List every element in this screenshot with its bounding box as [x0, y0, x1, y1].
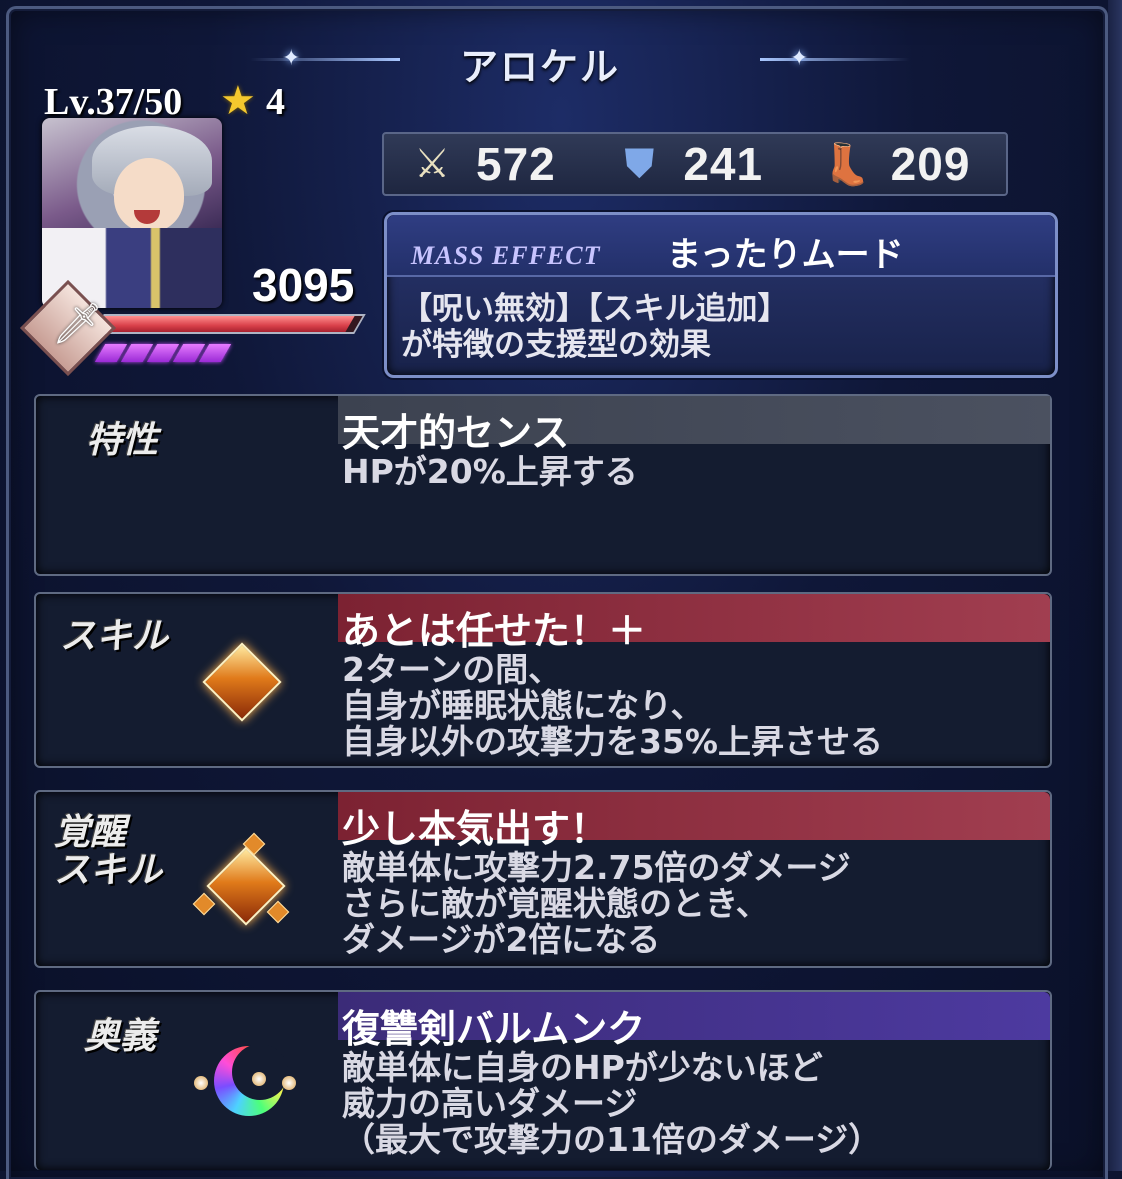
- skill-gauge: [94, 344, 232, 362]
- awaken-skill-label: 覚醒 スキル: [54, 812, 163, 891]
- awaken-skill-title: 少し本気出す！: [342, 807, 609, 851]
- skill-title: あとは任せた！＋: [342, 609, 647, 653]
- ultimate-panel[interactable]: 奥義 復讐剣バルムンク 敵単体に自身のHPが少ないほど 威力の高いダメージ （最…: [34, 990, 1052, 1170]
- mass-effect-panel[interactable]: MASS EFFECT まったりムード 【呪い無効】【スキル追加】 が特徴の支援…: [384, 212, 1058, 378]
- level-label: Lv.37/50: [44, 81, 183, 123]
- mass-effect-description: 【呪い無効】【スキル追加】 が特徴の支援型の効果: [401, 291, 789, 363]
- mass-effect-header: MASS EFFECT まったりムード: [387, 215, 1055, 277]
- gem-sparkle-icon: [266, 900, 290, 924]
- scroll-rail[interactable]: [1108, 0, 1122, 1171]
- stats-bar: ⚔ 572 ⛊ 241 👢 209: [382, 132, 1008, 196]
- ultimate-description: 敵単体に自身のHPが少ないほど 威力の高いダメージ （最大で攻撃力の11倍のダメ…: [342, 1048, 882, 1159]
- sword-icon: ⚔: [414, 141, 450, 187]
- skill-label: スキル: [60, 616, 169, 657]
- orange-gem-icon: [202, 642, 282, 722]
- boot-icon: 👢: [821, 141, 872, 188]
- speed-stat: 👢 209: [799, 137, 1006, 191]
- trait-title: 天才的センス: [342, 411, 570, 455]
- ultimate-title: 復讐剣バルムンク: [342, 1007, 646, 1051]
- orb-icon: [252, 1072, 266, 1086]
- awaken-skill-panel[interactable]: 覚醒 スキル 少し本気出す！ 敵単体に攻撃力2.75倍のダメージ さらに敵が覚醒…: [34, 790, 1052, 968]
- hp-bar-fill: [95, 316, 355, 332]
- speed-value: 209: [890, 138, 971, 190]
- skill-description: 2ターンの間、 自身が睡眠状態になり、 自身以外の攻撃力を35%上昇させる: [342, 650, 883, 761]
- awaken-skill-description: 敵単体に攻撃力2.75倍のダメージ さらに敵が覚醒状態のとき、 ダメージが2倍に…: [342, 848, 851, 959]
- mass-effect-label: MASS EFFECT: [411, 241, 601, 270]
- defense-value: 241: [683, 138, 764, 190]
- hp-bar: [92, 314, 366, 334]
- attack-value: 572: [476, 138, 556, 190]
- trait-label: 特性: [86, 420, 159, 461]
- ultimate-label: 奥義: [84, 1016, 157, 1057]
- gem-sparkle-icon: [192, 892, 216, 916]
- attack-stat: ⚔ 572: [384, 137, 591, 191]
- rarity-value: 4: [266, 81, 285, 123]
- character-portrait[interactable]: [42, 118, 222, 308]
- trait-panel: 特性 天才的センス HPが20%上昇する: [34, 394, 1052, 576]
- star-icon: ★: [220, 78, 256, 124]
- skill-panel[interactable]: スキル あとは任せた！＋ 2ターンの間、 自身が睡眠状態になり、 自身以外の攻撃…: [34, 592, 1052, 768]
- mass-effect-name: まったりムード: [667, 235, 904, 275]
- hp-value: 3095: [252, 259, 355, 311]
- shield-icon: ⛊: [624, 141, 655, 187]
- trait-description: HPが20%上昇する: [342, 452, 638, 491]
- defense-stat: ⛊ 241: [591, 137, 798, 191]
- orb-icon: [194, 1076, 208, 1090]
- orb-icon: [282, 1076, 296, 1090]
- sword-class-icon: 🗡: [52, 301, 103, 347]
